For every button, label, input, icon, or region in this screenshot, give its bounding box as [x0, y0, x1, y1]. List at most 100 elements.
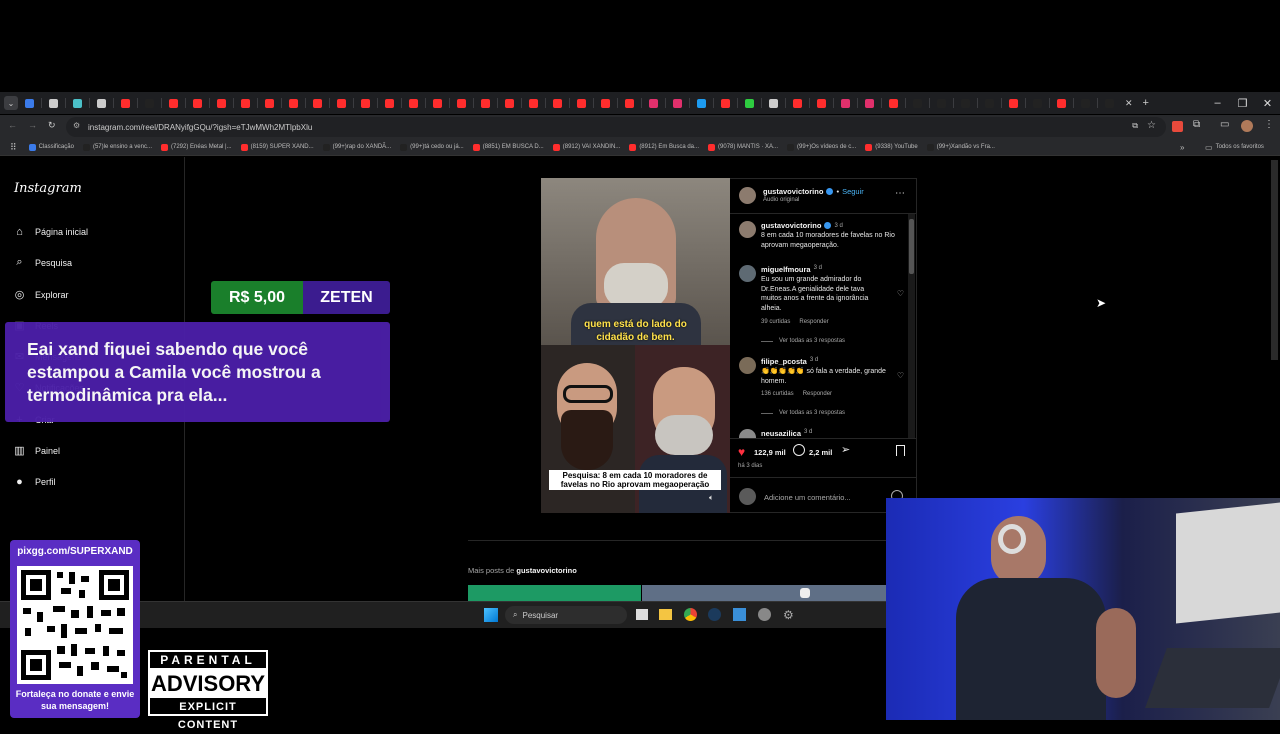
comment-user[interactable]: neusazilica — [761, 429, 801, 438]
comment-avatar[interactable] — [739, 429, 756, 438]
browser-tab[interactable] — [265, 98, 274, 108]
extension-icon[interactable] — [1172, 121, 1183, 132]
browser-tab[interactable] — [409, 98, 418, 108]
bookmark-item[interactable]: (7292) Enéas Metal |... — [161, 143, 232, 151]
nav-item-perfil[interactable]: ● Perfil — [13, 475, 55, 488]
comment-likes[interactable]: 136 curtidas — [761, 391, 794, 397]
file-explorer-icon[interactable] — [659, 609, 672, 620]
nav-item-pesquisa[interactable]: ⌕ Pesquisa — [13, 256, 72, 269]
app-icon[interactable] — [733, 608, 746, 621]
browser-tab[interactable] — [721, 98, 730, 108]
comment-count[interactable]: 2,2 mil — [809, 448, 832, 457]
app-icon[interactable] — [758, 608, 771, 621]
scrollbar-thumb[interactable] — [909, 219, 914, 274]
comment-input[interactable]: Adicione um comentário... — [764, 493, 851, 502]
browser-tab[interactable] — [97, 98, 106, 108]
comment-like-icon[interactable]: ♡ — [897, 371, 904, 380]
close-window-button[interactable]: ✕ — [1255, 97, 1280, 110]
reply-button[interactable]: Responder — [799, 319, 828, 325]
browser-tab[interactable] — [1105, 98, 1114, 108]
browser-tab[interactable] — [817, 98, 826, 108]
view-replies[interactable]: Ver todas as 3 respostas — [761, 410, 845, 416]
close-tab-icon[interactable]: ✕ — [1125, 98, 1133, 109]
browser-tab[interactable] — [577, 98, 586, 108]
browser-tab[interactable] — [457, 98, 466, 108]
share-icon[interactable]: ➢ — [841, 443, 850, 456]
author-avatar[interactable] — [739, 187, 756, 204]
browser-tab[interactable] — [49, 98, 58, 108]
bookmark-item[interactable]: (99+)Os vídeos de c... — [787, 143, 856, 151]
bookmark-item[interactable]: (99+)rap do XANDÃ... — [322, 143, 391, 151]
volume-icon[interactable]: 🔈︎ — [709, 493, 714, 503]
comment-like-icon[interactable]: ♡ — [897, 289, 904, 298]
install-app-icon[interactable]: ⧉ — [1132, 121, 1138, 131]
browser-tab[interactable] — [217, 98, 226, 108]
browser-tab[interactable] — [337, 98, 346, 108]
bookmarks-overflow-icon[interactable]: » — [1180, 143, 1184, 152]
task-view-icon[interactable] — [636, 609, 648, 620]
settings-icon[interactable]: ⚙ — [783, 608, 794, 622]
browser-tab[interactable] — [481, 98, 490, 108]
browser-tab[interactable] — [361, 98, 370, 108]
page-scrollbar[interactable] — [1271, 160, 1278, 360]
comment-user[interactable]: miguelfmoura — [761, 265, 811, 274]
forward-icon[interactable]: → — [28, 120, 37, 130]
post-thumbnail[interactable] — [468, 585, 641, 601]
nav-item-explorar[interactable]: ◎ Explorar — [13, 288, 69, 301]
comment-likes[interactable]: 39 curtidas — [761, 319, 790, 325]
tab-search-button[interactable]: ⌄ — [4, 96, 18, 110]
browser-tab[interactable] — [73, 98, 82, 108]
browser-tab[interactable] — [1081, 98, 1090, 108]
back-icon[interactable]: ← — [8, 120, 17, 130]
browser-tab[interactable] — [241, 98, 250, 108]
browser-tab[interactable] — [25, 98, 34, 108]
url-field[interactable]: ⚙ instagram.com/reel/DRANyifgGQu/?igsh=e… — [66, 117, 1166, 137]
browser-tab[interactable] — [1033, 98, 1042, 108]
reel-video[interactable]: quem está do lado do cidadão de bem. Pes… — [541, 178, 730, 513]
nav-item-página-inicial[interactable]: ⌂ Página inicial — [13, 225, 88, 238]
browser-tab[interactable] — [913, 98, 922, 108]
browser-tab[interactable] — [289, 98, 298, 108]
bookmark-item[interactable]: Classificação — [28, 143, 74, 151]
browser-tab[interactable] — [865, 98, 874, 108]
browser-tab[interactable] — [313, 98, 322, 108]
browser-tab[interactable] — [673, 98, 682, 108]
browser-tab[interactable] — [193, 98, 202, 108]
caption-avatar[interactable] — [739, 221, 756, 238]
browser-tab[interactable] — [1009, 98, 1018, 108]
caption-author[interactable]: gustavovictorino — [761, 221, 821, 230]
browser-tab[interactable] — [625, 98, 634, 108]
browser-tab[interactable] — [889, 98, 898, 108]
view-replies[interactable]: Ver todas as 3 respostas — [761, 338, 845, 344]
browser-tab[interactable] — [529, 98, 538, 108]
bookmark-item[interactable]: (8159) SUPER XAND... — [240, 143, 314, 151]
browser-tab[interactable] — [697, 98, 706, 108]
browser-tab[interactable] — [385, 98, 394, 108]
browser-tab[interactable] — [937, 98, 946, 108]
nav-item-painel[interactable]: ▥ Painel — [13, 444, 60, 457]
bookmark-item[interactable]: (8912) Em Busca da... — [629, 143, 699, 151]
bookmark-star-icon[interactable]: ☆ — [1147, 120, 1156, 131]
bookmark-item[interactable]: (8912) VAI XANDIN... — [552, 143, 620, 151]
audio-label[interactable]: Áudio original — [763, 197, 799, 203]
browser-tab[interactable] — [145, 98, 154, 108]
follow-button[interactable]: Seguir — [842, 187, 864, 196]
profile-avatar[interactable] — [1241, 120, 1253, 132]
browser-tab[interactable] — [961, 98, 970, 108]
browser-tab[interactable] — [1057, 98, 1066, 108]
chrome-icon[interactable] — [684, 608, 697, 621]
windows-start-icon[interactable] — [484, 608, 498, 622]
bookmark-item[interactable]: (99+)Xandão vs Fra... — [926, 143, 995, 151]
taskbar-search[interactable]: ⌕ Pesquisar — [505, 606, 627, 624]
browser-tab[interactable] — [793, 98, 802, 108]
steam-icon[interactable] — [708, 608, 721, 621]
save-icon[interactable] — [896, 445, 905, 456]
maximize-button[interactable]: ❐ — [1230, 97, 1255, 110]
instagram-logo[interactable]: Instagram — [14, 181, 82, 196]
browser-tab[interactable] — [169, 98, 178, 108]
bookmark-item[interactable]: (57)le ensino a venc... — [82, 143, 152, 151]
all-bookmarks[interactable]: ▭ Todos os favoritos — [1205, 143, 1264, 152]
comment-icon[interactable] — [793, 444, 805, 456]
browser-tab[interactable] — [649, 98, 658, 108]
browser-tab[interactable] — [985, 98, 994, 108]
